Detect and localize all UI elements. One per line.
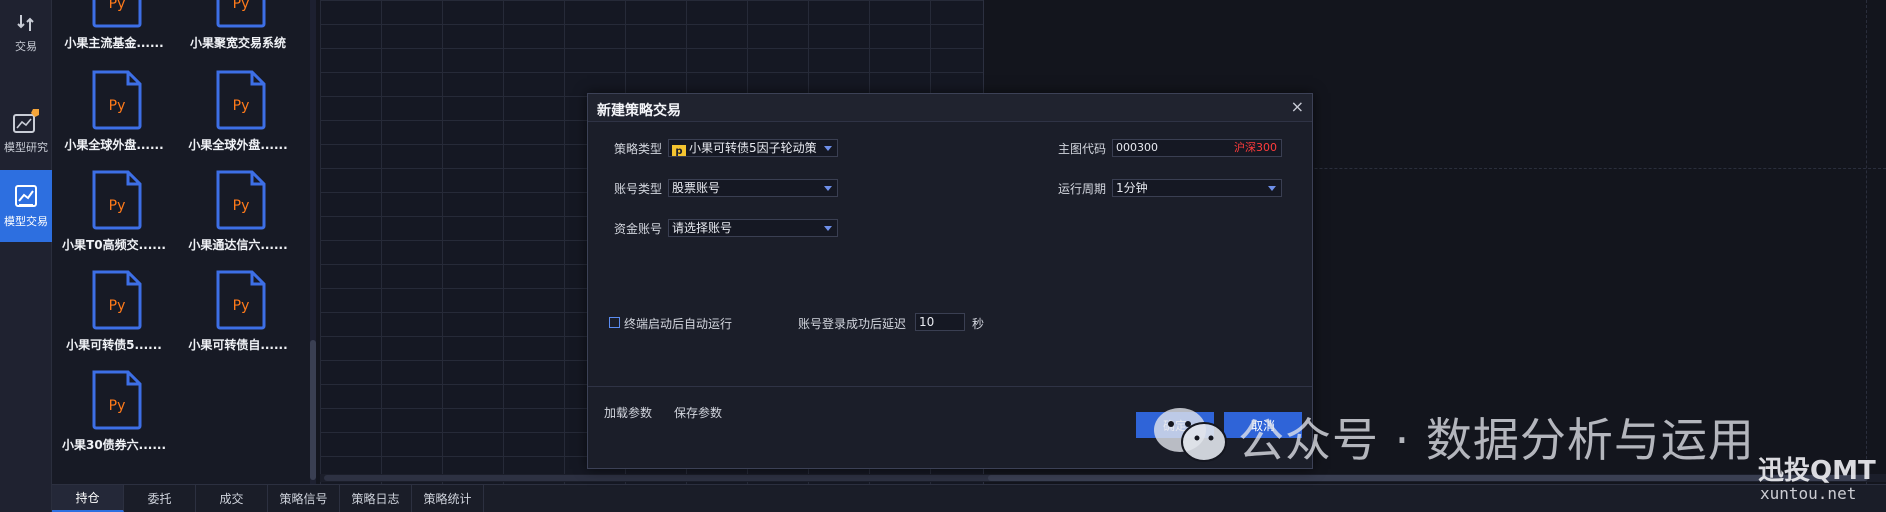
index-name-tag: 沪深300 <box>1234 141 1277 154</box>
scrollbar-thumb[interactable] <box>988 475 1868 481</box>
scrollbar-track-segment <box>324 475 1064 481</box>
scrollbar-thumb[interactable] <box>310 340 316 480</box>
rail-item-label: 模型研究 <box>4 141 48 154</box>
rail-item-model-trade[interactable]: 模型交易 <box>0 170 52 242</box>
watermark-text: 公众号 · 数据分析与运用 <box>1238 413 1755 467</box>
chevron-down-icon <box>824 146 832 151</box>
tab-strategy-log[interactable]: 策略日志 <box>340 485 412 512</box>
strategy-file-name: 小果可转债5...... <box>66 338 162 352</box>
py-badge-text: Py <box>109 98 126 114</box>
strategy-file-name: 小果可转债自...... <box>188 338 288 352</box>
close-icon[interactable]: × <box>1291 97 1304 116</box>
strategy-file[interactable]: Py 小果T0高频交...... <box>52 170 176 264</box>
py-badge-text: Py <box>233 198 250 214</box>
strategy-file-name: 小果通达信六...... <box>188 238 288 252</box>
login-delay-unit: 秒 <box>972 317 985 331</box>
fund-account-value: 请选择账号 <box>672 221 733 235</box>
strategy-type-select[interactable]: p 小果可转债5因子轮动策 <box>668 139 838 157</box>
strategy-file[interactable]: Py 小果全球外盘...... <box>176 70 300 164</box>
fund-account-label: 资金账号 <box>614 222 663 236</box>
chevron-down-icon <box>824 226 832 231</box>
auto-run-checkbox[interactable] <box>609 317 620 328</box>
py-badge-text: Py <box>109 0 126 12</box>
strategy-file-name: 小果主流基金...... <box>64 36 164 50</box>
strategy-file[interactable]: Py 小果通达信六...... <box>176 170 300 264</box>
python-file-icon: Py <box>92 370 142 430</box>
python-file-icon: Py <box>216 170 266 230</box>
python-file-icon: Py <box>92 270 142 330</box>
rail-item-label: 模型交易 <box>4 215 48 228</box>
file-panel-scrollbar[interactable] <box>310 0 316 484</box>
dashed-guide-vertical <box>1866 0 1867 484</box>
account-type-value: 股票账号 <box>672 181 721 195</box>
dialog-header: 新建策略交易 × <box>588 94 1312 122</box>
main-code-label: 主图代码 <box>1058 142 1107 156</box>
chevron-down-icon <box>824 186 832 191</box>
trade-arrows-icon <box>17 15 34 31</box>
py-badge-text: Py <box>233 98 250 114</box>
login-delay-value: 10 <box>919 315 935 329</box>
account-type-label: 账号类型 <box>614 182 663 196</box>
py-badge-text: Py <box>233 298 250 314</box>
load-params-link[interactable]: 加载参数 <box>604 404 652 421</box>
tab-positions[interactable]: 持仓 <box>52 485 124 512</box>
main-code-value: 000300 <box>1116 141 1158 154</box>
app-window: 交易 模型研究 模型交易 Py 小果主流基金...... Py 小果聚宽交易系统… <box>0 0 1886 512</box>
strategy-type-label: 策略类型 <box>614 142 663 156</box>
left-nav-rail: 交易 模型研究 模型交易 <box>0 0 52 512</box>
strategy-type-value: 小果可转债5因子轮动策 <box>689 141 817 155</box>
fund-account-select[interactable]: 请选择账号 <box>668 219 838 237</box>
login-delay-input[interactable]: 10 <box>915 313 965 331</box>
rail-item-label: 交易 <box>15 40 37 53</box>
login-delay-label: 账号登录成功后延迟 <box>798 317 907 331</box>
py-badge-text: Py <box>109 298 126 314</box>
rail-item-trade[interactable]: 交易 <box>0 0 52 66</box>
strategy-file-name: 小果聚宽交易系统 <box>189 36 286 50</box>
model-trade-icon <box>15 185 37 207</box>
strategy-file-name: 小果30债券六...... <box>61 438 167 452</box>
run-period-label: 运行周期 <box>1058 182 1107 196</box>
wechat-icon <box>1154 408 1227 462</box>
dialog-divider <box>588 386 1312 387</box>
tab-fills[interactable]: 成交 <box>196 485 268 512</box>
python-file-icon: Py <box>92 0 142 28</box>
python-file-icon: Py <box>92 70 142 130</box>
python-file-icon: Py <box>92 170 142 230</box>
python-strategy-icon: p <box>672 145 686 156</box>
auto-run-label: 终端启动后自动运行 <box>624 317 733 331</box>
strategy-file[interactable]: Py 小果主流基金...... <box>52 0 176 62</box>
py-badge-text: Py <box>233 0 250 12</box>
strategy-file[interactable]: Py 小果可转债5...... <box>52 270 176 364</box>
save-params-link[interactable]: 保存参数 <box>674 404 722 421</box>
tab-strategy-stats[interactable]: 策略统计 <box>412 485 484 512</box>
model-research-icon <box>13 109 39 133</box>
py-badge-text: Py <box>109 398 126 414</box>
chevron-down-icon <box>1268 186 1276 191</box>
rail-item-model-research[interactable]: 模型研究 <box>0 92 52 170</box>
dialog-title: 新建策略交易 <box>597 103 681 119</box>
python-file-icon: Py <box>216 270 266 330</box>
python-file-icon: Py <box>216 0 266 28</box>
strategy-file[interactable]: Py 小果30债券六...... <box>52 370 176 464</box>
strategy-file-name: 小果全球外盘...... <box>64 138 164 152</box>
tab-orders[interactable]: 委托 <box>124 485 196 512</box>
strategy-file-panel: Py 小果主流基金...... Py 小果聚宽交易系统 Py 小果全球外盘...… <box>52 0 316 484</box>
tab-strategy-signals[interactable]: 策略信号 <box>268 485 340 512</box>
watermark-brand: 迅投QMT <box>1758 456 1876 486</box>
main-code-input[interactable]: 000300 沪深300 <box>1112 139 1282 157</box>
run-period-select[interactable]: 1分钟 <box>1112 179 1282 197</box>
bottom-tab-bar: 持仓 委托 成交 策略信号 策略日志 策略统计 <box>52 484 1886 512</box>
strategy-file[interactable]: Py 小果全球外盘...... <box>52 70 176 164</box>
watermark-site: xuntou.net <box>1760 484 1857 503</box>
strategy-file-name: 小果T0高频交...... <box>62 238 166 252</box>
python-file-icon: Py <box>216 70 266 130</box>
account-type-select[interactable]: 股票账号 <box>668 179 838 197</box>
strategy-file[interactable]: Py 小果聚宽交易系统 <box>176 0 300 62</box>
strategy-file[interactable]: Py 小果可转债自...... <box>176 270 300 364</box>
strategy-file-name: 小果全球外盘...... <box>188 138 288 152</box>
horizontal-scrollbar[interactable] <box>320 474 1886 482</box>
run-period-value: 1分钟 <box>1116 181 1148 195</box>
py-badge-text: Py <box>109 198 126 214</box>
